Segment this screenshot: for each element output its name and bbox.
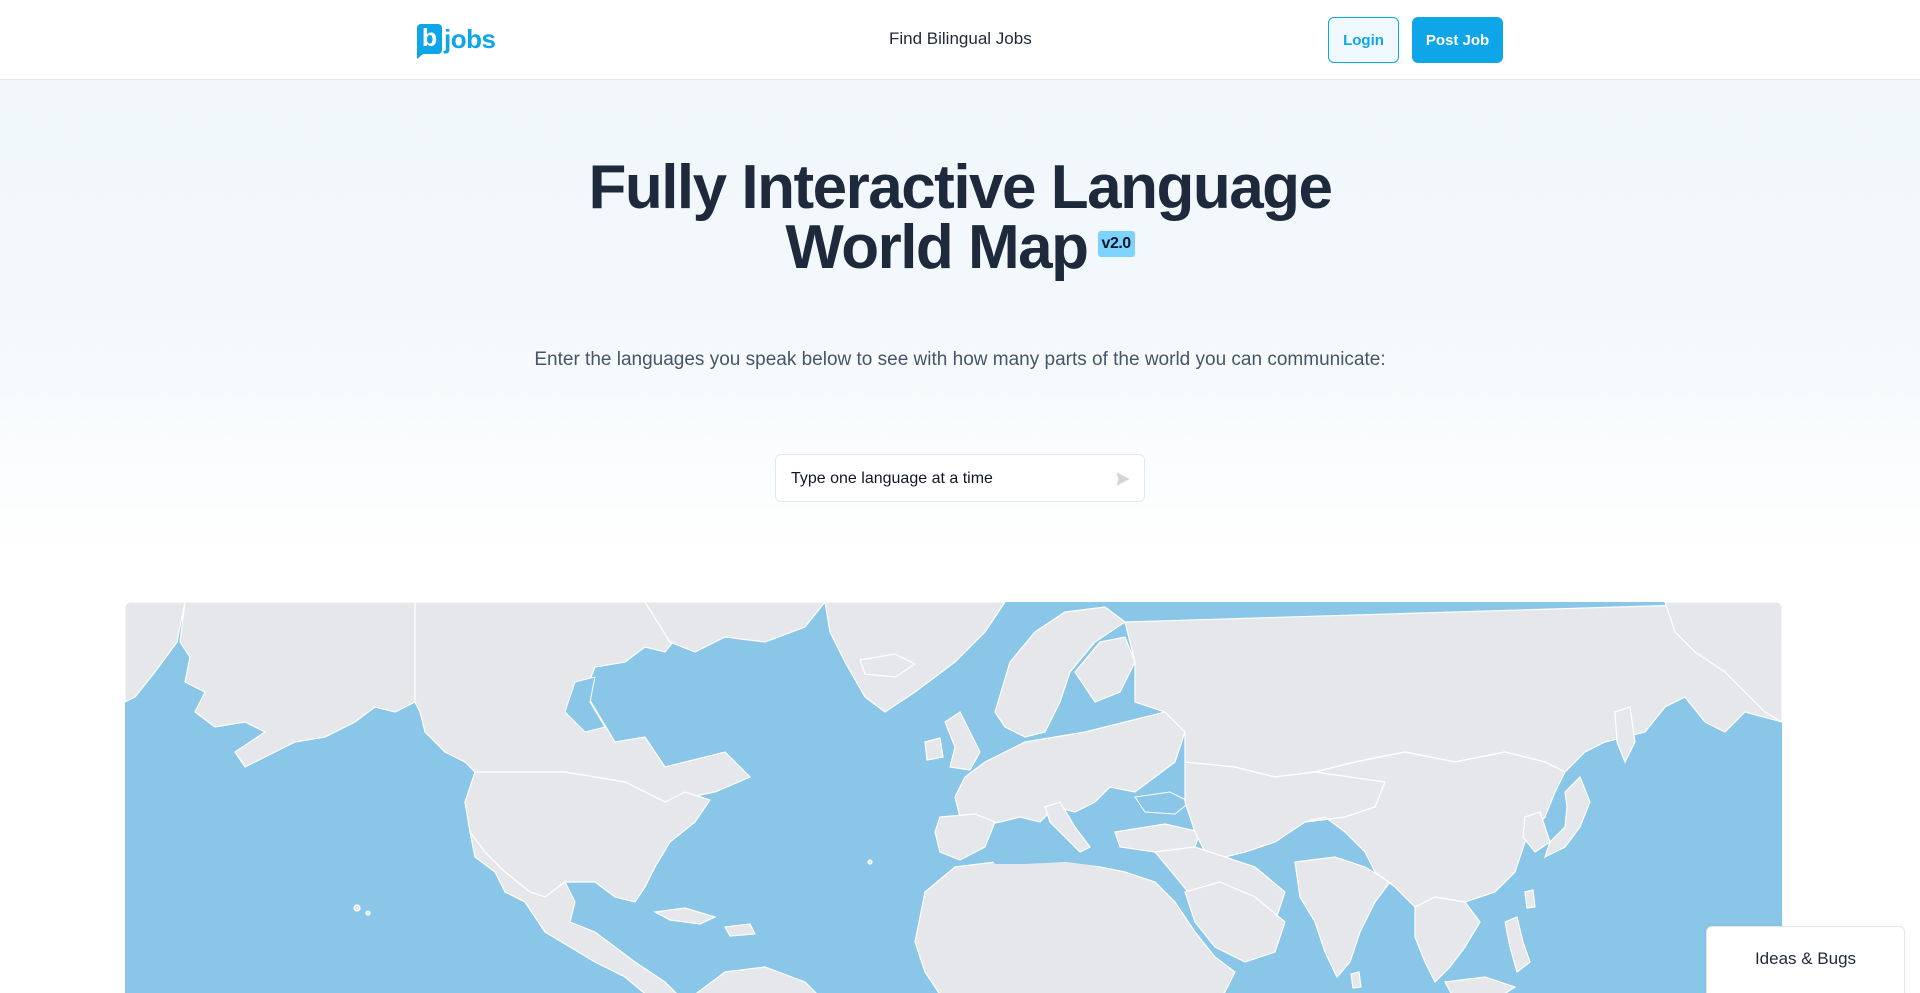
map-region-philippines[interactable] <box>1504 916 1531 974</box>
bjobs-logo[interactable]: b jobs <box>417 22 496 59</box>
language-search <box>775 454 1145 502</box>
map-region-sri-lanka[interactable] <box>1350 971 1362 989</box>
map-region-russia-west-edge[interactable] <box>125 602 186 703</box>
map-region-cuba[interactable] <box>653 907 717 925</box>
logo-mark: b <box>417 24 442 59</box>
world-map-svg <box>125 602 1782 993</box>
map-region-azores[interactable] <box>867 859 873 865</box>
ideas-and-bugs-button[interactable]: Ideas & Bugs <box>1706 926 1905 993</box>
map-region-south-america[interactable] <box>685 966 825 993</box>
map-region-hawaii[interactable] <box>353 904 361 912</box>
map-region-hawaii-2[interactable] <box>365 910 371 916</box>
world-map[interactable] <box>125 602 1782 993</box>
page-title-line2: World Map <box>785 213 1089 282</box>
page-title-line1: Fully Interactive Language <box>588 153 1333 222</box>
map-region-ireland[interactable] <box>924 737 944 761</box>
map-region-korea[interactable] <box>1522 811 1551 853</box>
page-subtitle: Enter the languages you speak below to s… <box>534 349 1386 370</box>
post-job-button[interactable]: Post Job <box>1412 17 1503 63</box>
language-input[interactable] <box>791 467 1091 491</box>
map-region-hispaniola[interactable] <box>724 923 756 937</box>
map-region-greenland[interactable] <box>824 602 1006 713</box>
page-title: Fully Interactive Language World Map v2.0 <box>0 157 1920 279</box>
site-header: b jobs Find Bilingual Jobs Login Post Jo… <box>0 0 1920 80</box>
find-bilingual-jobs-link[interactable]: Find Bilingual Jobs <box>889 29 1032 49</box>
map-region-uk[interactable] <box>944 711 981 771</box>
map-region-arctic-islands[interactable] <box>644 602 826 653</box>
send-icon[interactable] <box>1114 470 1132 488</box>
logo-text: jobs <box>444 23 496 54</box>
map-region-taiwan[interactable] <box>1524 889 1536 909</box>
version-badge: v2.0 <box>1097 230 1135 257</box>
map-region-southeast-asia[interactable] <box>1414 896 1481 984</box>
login-button[interactable]: Login <box>1328 17 1399 63</box>
map-region-alaska[interactable] <box>179 602 416 768</box>
map-region-indonesia[interactable] <box>1444 976 1517 993</box>
map-region-india[interactable] <box>1294 856 1391 979</box>
